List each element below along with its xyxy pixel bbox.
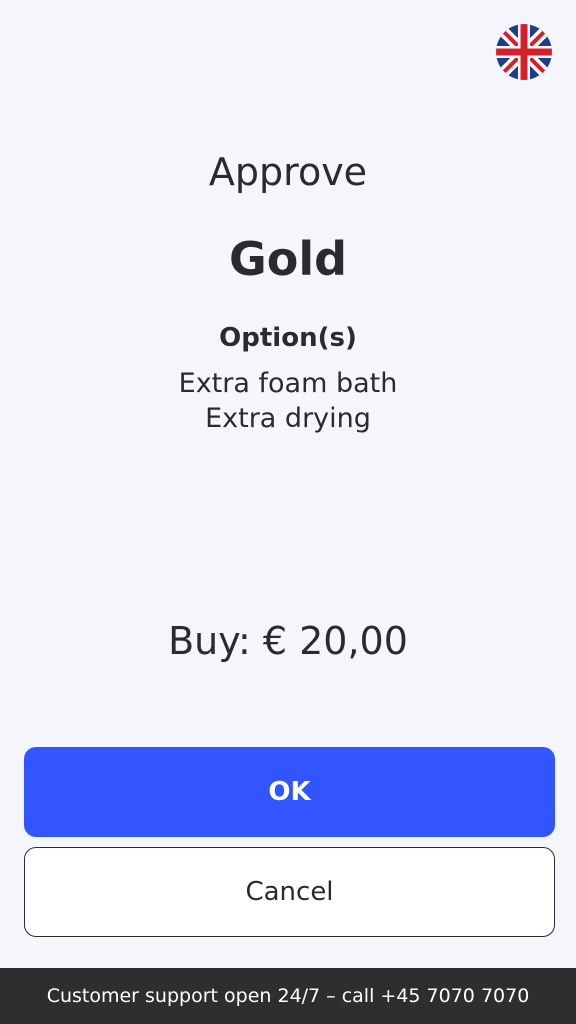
ok-button[interactable]: OK <box>24 747 555 837</box>
product-name: Gold <box>228 232 348 286</box>
page-heading: Approve <box>208 150 368 194</box>
language-selector <box>496 24 552 80</box>
options-label: Option(s) <box>219 323 357 353</box>
support-footer: Customer support open 24/7 – call +45 70… <box>0 968 576 1024</box>
option-item: Extra foam bath <box>178 368 398 399</box>
support-text: Customer support open 24/7 – call +45 70… <box>46 985 530 1007</box>
cancel-button-label: Cancel <box>245 877 334 907</box>
cancel-button[interactable]: Cancel <box>24 847 555 937</box>
price-text: Buy: € 20,00 <box>168 619 408 663</box>
uk-flag-icon[interactable] <box>496 24 552 80</box>
options-list: Extra foam bath Extra drying <box>0 366 576 436</box>
ok-button-label: OK <box>268 777 311 807</box>
option-item: Extra drying <box>205 403 371 434</box>
